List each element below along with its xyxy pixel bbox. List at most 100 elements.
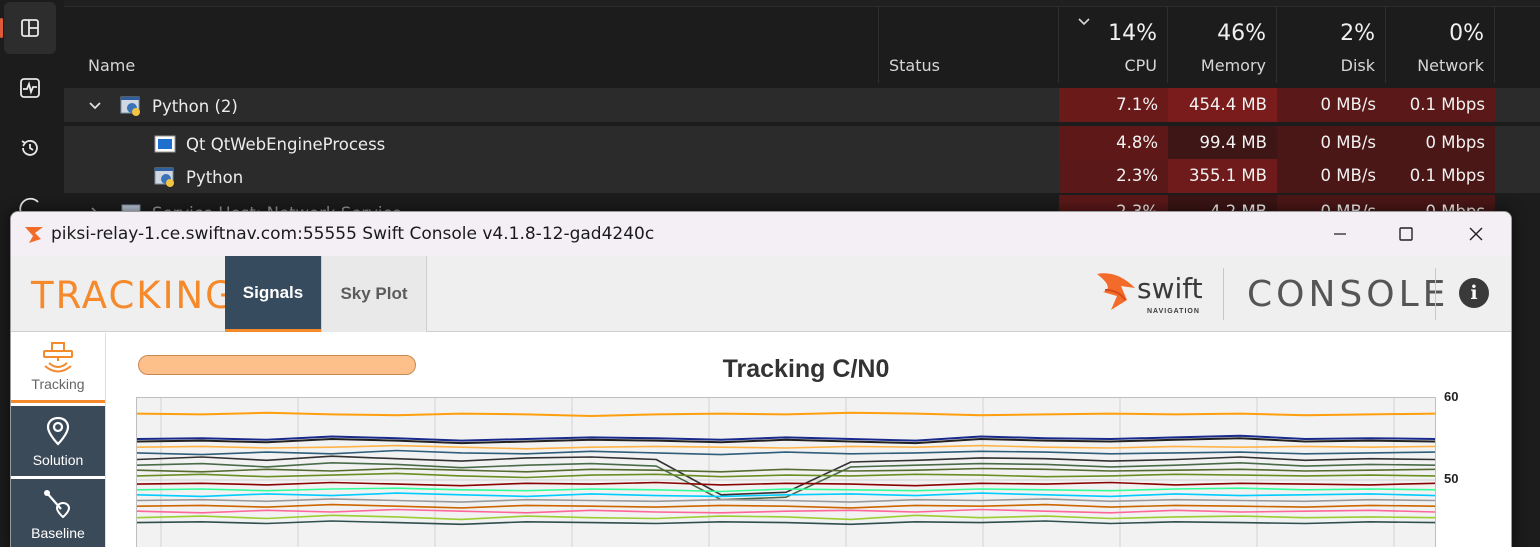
memory-value: 355.1 MB — [1188, 166, 1267, 185]
signal-series-line — [136, 437, 1436, 445]
process-label: Python (2) — [152, 96, 238, 116]
chart-title: Tracking C/N0 — [722, 355, 890, 383]
tab-sky-plot[interactable]: Sky Plot — [321, 256, 427, 332]
swift-console-window: piksi-relay-1.ce.swiftnav.com:55555 Swif… — [10, 211, 1512, 547]
cn0-chart — [136, 398, 1436, 547]
screen: Name Status 14% CPU 46% Memory 2% Disk 0… — [0, 0, 1540, 547]
column-header-memory[interactable]: 46% Memory — [1168, 7, 1277, 83]
satellite-icon — [43, 342, 73, 373]
signals-filter-bar[interactable] — [138, 355, 416, 375]
window-titlebar[interactable]: piksi-relay-1.ce.swiftnav.com:55555 Swif… — [11, 212, 1511, 256]
column-label: Name — [88, 56, 136, 75]
section-title: TRACKING — [31, 274, 236, 317]
column-header-disk[interactable]: 2% Disk — [1277, 7, 1386, 83]
column-header-network[interactable]: 0% Network — [1386, 7, 1495, 83]
location-pin-icon — [46, 416, 70, 446]
history-icon — [21, 140, 38, 156]
console-sidebar: Tracking Solution Baseline — [11, 333, 105, 547]
column-label: Disk — [1340, 56, 1375, 75]
processes-icon — [21, 19, 39, 37]
process-row-python[interactable]: Python 2.3% 355.1 MB 0 MB/s 0.1 Mbps — [64, 159, 1540, 193]
process-name: Python — [154, 166, 243, 188]
cpu-total-percent: 14% — [1108, 21, 1157, 46]
cpu-value: 7.1% — [1116, 95, 1158, 114]
sidebar-item-label: Solution — [32, 452, 84, 468]
signal-series-line — [136, 520, 1436, 526]
sidebar-item-label: Baseline — [31, 525, 85, 541]
baseline-icon — [44, 490, 71, 519]
network-total-percent: 0% — [1449, 21, 1484, 46]
sidebar-item-solution[interactable]: Solution — [11, 406, 105, 476]
toolbar-divider — [1223, 268, 1224, 320]
column-label: CPU — [1124, 56, 1157, 75]
cn0-plot-area[interactable] — [136, 397, 1436, 547]
info-button[interactable]: i — [1459, 278, 1489, 308]
signal-series-line — [136, 508, 1436, 514]
signal-series-line — [136, 444, 1436, 450]
tab-label: Signals — [242, 282, 304, 302]
tracking-signals-panel: Tracking C/N0 60 50 — [105, 333, 1511, 547]
y-tick-label: 50 — [1444, 471, 1459, 486]
swift-app-icon — [25, 227, 43, 243]
swift-bird-logo-icon — [1097, 273, 1135, 310]
signal-series-line — [136, 503, 1436, 509]
chevron-down-icon[interactable] — [88, 99, 102, 113]
task-manager-header-strip — [64, 0, 1540, 7]
signal-series-line — [136, 498, 1436, 503]
disk-value: 0 MB/s — [1320, 166, 1376, 185]
disk-value: 0 MB/s — [1320, 95, 1376, 114]
network-value: 0.1 Mbps — [1409, 166, 1485, 185]
app-history-nav-button[interactable] — [4, 122, 56, 174]
console-toolbar: TRACKING Signals Sky Plot swift NAVIGATI… — [11, 256, 1511, 332]
qt-window-icon — [154, 135, 176, 153]
column-label: Status — [889, 56, 940, 75]
signal-series-line — [136, 514, 1436, 521]
performance-icon — [20, 78, 40, 98]
process-label: Python — [186, 167, 244, 187]
minimize-button[interactable] — [1325, 220, 1355, 248]
python-app-icon — [154, 167, 174, 187]
active-indicator — [0, 18, 3, 38]
disk-value: 0 MB/s — [1320, 133, 1376, 152]
maximize-icon — [1399, 227, 1413, 241]
column-label: Memory — [1200, 56, 1266, 75]
cpu-value: 2.3% — [1116, 166, 1158, 185]
y-tick-label: 60 — [1444, 389, 1459, 404]
process-name: Qt QtWebEngineProcess — [154, 133, 385, 155]
memory-value: 99.4 MB — [1199, 133, 1267, 152]
minimize-icon — [1334, 233, 1346, 235]
column-header-cpu[interactable]: 14% CPU — [1059, 7, 1168, 83]
network-value: 0.1 Mbps — [1409, 95, 1485, 114]
sidebar-item-baseline[interactable]: Baseline — [11, 479, 105, 547]
signal-series-line — [136, 411, 1436, 417]
memory-value: 454.4 MB — [1188, 95, 1267, 114]
swift-navigation-logo: swift NAVIGATION — [1095, 266, 1205, 322]
python-app-icon — [120, 96, 140, 116]
process-row-qtwebengine[interactable]: Qt QtWebEngineProcess 4.8% 99.4 MB 0 MB/… — [64, 126, 1540, 160]
sort-chevron-down-icon — [1078, 18, 1090, 26]
performance-nav-button[interactable] — [4, 62, 56, 114]
sidebar-item-tracking[interactable]: Tracking — [11, 333, 105, 403]
column-header-status[interactable]: Status — [879, 7, 1059, 83]
process-label: Qt QtWebEngineProcess — [186, 134, 386, 154]
app-name: CONSOLE — [1247, 274, 1450, 315]
signal-series-line — [136, 492, 1436, 498]
column-header-name[interactable]: Name — [64, 7, 879, 83]
tab-label: Sky Plot — [340, 284, 408, 303]
signal-series-line — [136, 449, 1436, 456]
close-icon — [1469, 227, 1483, 241]
process-name: Python (2) — [88, 95, 238, 117]
memory-total-percent: 46% — [1217, 21, 1266, 46]
signal-series-line — [136, 481, 1436, 487]
brand-subtitle: NAVIGATION — [1147, 308, 1200, 315]
signal-series-line — [136, 487, 1436, 493]
maximize-button[interactable] — [1391, 220, 1421, 248]
info-icon: i — [1470, 282, 1478, 304]
cpu-value: 4.8% — [1116, 133, 1158, 152]
processes-nav-button[interactable] — [0, 2, 56, 54]
process-row-python-group[interactable]: Python (2) 7.1% 454.4 MB 0 MB/s 0.1 Mbps — [64, 88, 1540, 122]
tab-signals[interactable]: Signals — [225, 256, 321, 332]
close-button[interactable] — [1461, 220, 1491, 248]
toolbar-divider — [1435, 268, 1436, 320]
disk-total-percent: 2% — [1340, 21, 1375, 46]
